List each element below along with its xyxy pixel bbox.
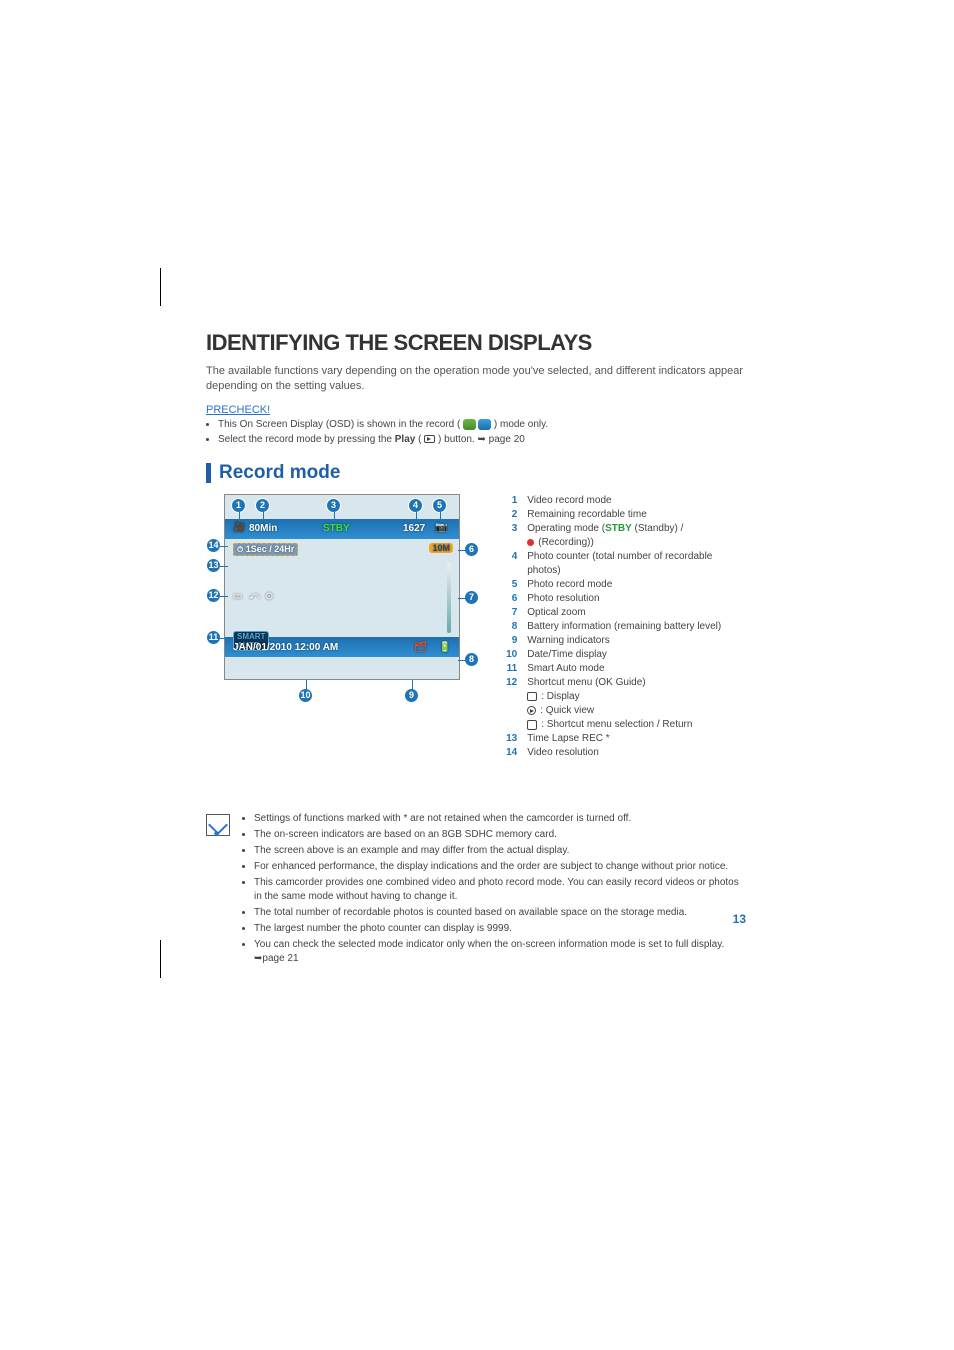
battery-icon: 🔋 [439, 642, 451, 653]
callout-10: 10 [298, 688, 313, 703]
remaining-time: 80Min [249, 523, 277, 534]
page-content: IDENTIFYING THE SCREEN DISPLAYS The avai… [206, 330, 746, 968]
return-icon: ⤺ [249, 591, 260, 602]
page-ref-arrow-icon: ➥ [478, 434, 486, 445]
section-heading: Record mode [206, 462, 746, 484]
display-icon: ▭ [233, 591, 242, 602]
zoom-bar [447, 563, 451, 633]
legend-num: 3 [499, 522, 517, 536]
photo-counter: 1627 [403, 523, 425, 534]
callout-8: 8 [464, 652, 479, 667]
video-photo-mode-icons [463, 419, 491, 430]
osd-diagram: 🎥 80Min STBY 1627 📷 ⏱ 1Sec / 24Hr 10M ▭ … [206, 494, 477, 680]
legend-num: 4 [499, 550, 517, 578]
callout-11: 11 [206, 630, 221, 645]
note-item: The screen above is an example and may d… [254, 844, 746, 858]
datetime-display: JAN/01/2010 12:00 AM [233, 642, 338, 653]
legend-sub: (Recording)) [538, 536, 594, 550]
callout-12: 12 [206, 588, 221, 603]
note-item: The largest number the photo counter can… [254, 922, 746, 936]
callout-6: 6 [464, 542, 479, 557]
note-item: For enhanced performance, the display in… [254, 860, 746, 874]
note-item: Settings of functions marked with * are … [254, 812, 746, 826]
recording-dot-icon [527, 539, 534, 546]
warning-indicator-icon: 🗂 [414, 642, 427, 653]
legend-num: 14 [499, 746, 517, 760]
precheck-heading: PRECHECK! [206, 404, 746, 416]
legend-label: Remaining recordable time [527, 508, 746, 522]
note-item: The total number of recordable photos is… [254, 906, 746, 920]
legend-num: 7 [499, 606, 517, 620]
legend-num: 9 [499, 634, 517, 648]
legend-label: Date/Time display [527, 648, 746, 662]
precheck-list: This On Screen Display (OSD) is shown in… [206, 418, 746, 448]
legend-label: Time Lapse REC * [527, 732, 746, 746]
legend-sub: : Shortcut menu selection / Return [541, 718, 692, 732]
note-item: The on-screen indicators are based on an… [254, 828, 746, 842]
note-icon [206, 814, 230, 836]
legend-label: Battery information (remaining battery l… [527, 620, 746, 634]
legend-num: 1 [499, 494, 517, 508]
callout-7: 7 [464, 590, 479, 605]
legend-num: 12 [499, 676, 517, 690]
precheck-item-1b: ) mode only. [494, 419, 548, 430]
note-item: This camcorder provides one combined vid… [254, 876, 746, 904]
legend-label: Smart Auto mode [527, 662, 746, 676]
photo-resolution-badge: 10M [429, 543, 453, 553]
legend-label: Shortcut menu (OK Guide) [527, 676, 746, 690]
legend-label: Optical zoom [527, 606, 746, 620]
osd-screen: 🎥 80Min STBY 1627 📷 ⏱ 1Sec / 24Hr 10M ▭ … [224, 494, 460, 680]
precheck-item-2c: ) button. [438, 434, 477, 445]
notes-block: Settings of functions marked with * are … [206, 812, 746, 968]
legend-label: Photo resolution [527, 592, 746, 606]
legend-label: Operating mode (STBY (Standby) / [527, 522, 746, 536]
precheck-item-1a: This On Screen Display (OSD) is shown in… [218, 419, 460, 430]
callout-9: 9 [404, 688, 419, 703]
play-icon [424, 435, 435, 443]
intro-text: The available functions vary depending o… [206, 364, 746, 394]
legend-num: 8 [499, 620, 517, 634]
legend-label: Photo counter (total number of recordabl… [527, 550, 746, 578]
callout-4: 4 [408, 498, 423, 513]
section-bar-icon [206, 463, 211, 483]
precheck-item-2a: Select the record mode by pressing the [218, 434, 395, 445]
legend-num: 6 [499, 592, 517, 606]
legend-sub: : Quick view [540, 704, 594, 718]
timelapse-badge: ⏱ 1Sec / 24Hr [233, 543, 298, 556]
legend-num: 5 [499, 578, 517, 592]
page-ref-20: page 20 [489, 434, 525, 445]
display-glyph-icon [527, 692, 537, 701]
callout-14: 14 [206, 538, 221, 553]
page-title: IDENTIFYING THE SCREEN DISPLAYS [206, 330, 746, 356]
play-label: Play [395, 434, 416, 445]
precheck-item-2b: ( [418, 434, 421, 445]
stby-indicator: STBY [323, 523, 350, 534]
legend-num: 13 [499, 732, 517, 746]
legend-num: 11 [499, 662, 517, 676]
legend-label: Photo record mode [527, 578, 746, 592]
callout-13: 13 [206, 558, 221, 573]
return-glyph-icon [527, 720, 537, 730]
section-title: Record mode [219, 462, 340, 484]
video-rec-icon: 🎥 [233, 522, 245, 533]
page-number: 13 [733, 910, 746, 928]
notes-list: Settings of functions marked with * are … [240, 812, 746, 968]
callout-1: 1 [231, 498, 246, 513]
callout-3: 3 [326, 498, 341, 513]
note-item: You can check the selected mode indicato… [254, 938, 746, 966]
legend-label: Video resolution [527, 746, 746, 760]
photo-mode-icon-osd: 📷 [435, 522, 447, 533]
photo-mode-icon [478, 419, 491, 430]
legend-label: Warning indicators [527, 634, 746, 648]
legend-num: 10 [499, 648, 517, 662]
quickview-glyph-icon [527, 706, 536, 715]
legend-label: Video record mode [527, 494, 746, 508]
callout-5: 5 [432, 498, 447, 513]
legend-sub: : Display [541, 690, 579, 704]
legend-num: 2 [499, 508, 517, 522]
legend-list: 1 Video record mode 2 Remaining recordable… [499, 494, 746, 760]
quickview-icon: ⊙ [265, 591, 273, 602]
callout-2: 2 [255, 498, 270, 513]
video-mode-icon [463, 419, 476, 430]
